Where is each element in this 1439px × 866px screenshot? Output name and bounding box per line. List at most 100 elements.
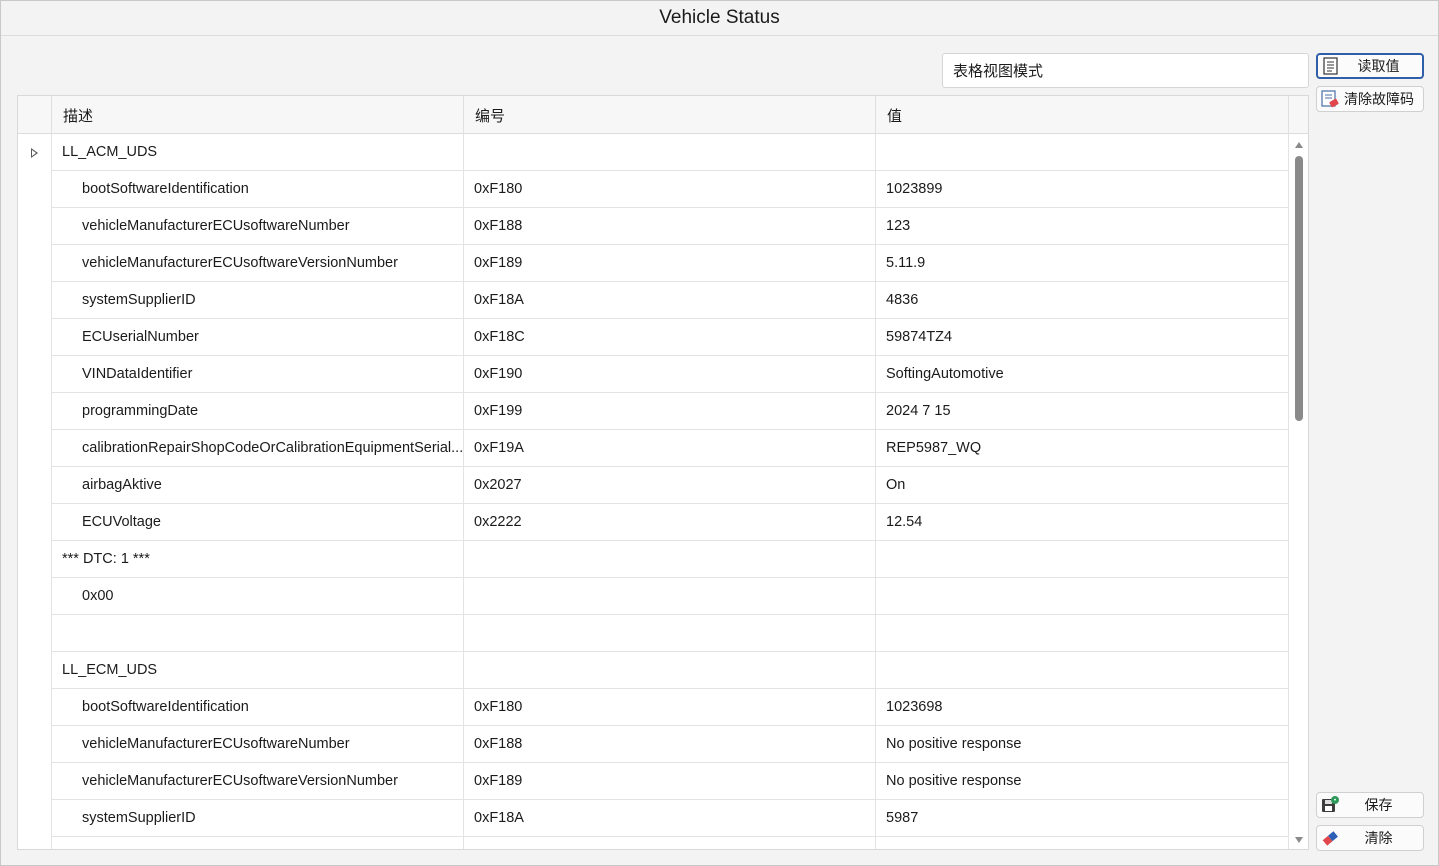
value-cell[interactable]: 5.11.9 — [876, 245, 1289, 282]
table-row[interactable]: ECUVoltage 0x2222 12.54 — [18, 504, 1289, 541]
row-expander-cell — [18, 689, 52, 726]
value-cell[interactable]: On — [876, 467, 1289, 504]
id-cell[interactable]: 0xF189 — [464, 245, 876, 282]
vehicle-status-window: Vehicle Status 表格视图模式 读取值 清除故障码 • 保存 清除 … — [0, 0, 1439, 866]
id-cell[interactable]: 0xF190 — [464, 356, 876, 393]
value-cell[interactable]: 1023698 — [876, 689, 1289, 726]
description-cell[interactable]: vehicleManufacturerECUsoftwareNumber — [52, 726, 464, 763]
table-row[interactable]: LL_ACM_UDS — [18, 134, 1289, 171]
description-cell[interactable]: vehicleManufacturerECUsoftwareVersionNum… — [52, 763, 464, 800]
table-row[interactable]: systemSupplierID 0xF18A 4836 — [18, 282, 1289, 319]
value-cell[interactable] — [876, 615, 1289, 652]
table-row[interactable]: vehicleManufacturerECUsoftwareNumber 0xF1… — [18, 208, 1289, 245]
description-cell[interactable]: systemSupplierID — [52, 800, 464, 837]
scroll-up-arrow-icon[interactable] — [1295, 142, 1303, 148]
id-cell[interactable] — [464, 134, 876, 171]
id-cell[interactable]: 0x2222 — [464, 504, 876, 541]
value-cell[interactable] — [876, 134, 1289, 171]
value-cell[interactable]: 2024 7 15 — [876, 393, 1289, 430]
read-values-button[interactable]: 读取值 — [1316, 53, 1424, 79]
table-row[interactable]: VINDataIdentifier 0xF190 SoftingAutomotive — [18, 356, 1289, 393]
row-expander-cell[interactable] — [18, 134, 52, 171]
table-row[interactable]: vehicleManufacturerECUsoftwareNumber 0xF1… — [18, 726, 1289, 763]
value-cell[interactable]: 5987 — [876, 800, 1289, 837]
clear-button[interactable]: 清除 — [1316, 825, 1424, 851]
description-cell[interactable] — [52, 615, 464, 652]
id-cell[interactable]: 0xF18C — [464, 319, 876, 356]
value-cell[interactable]: 1023899 — [876, 171, 1289, 208]
table-row[interactable]: 0x00 — [18, 578, 1289, 615]
clear-dtc-button[interactable]: 清除故障码 — [1316, 86, 1424, 112]
table-row[interactable] — [18, 837, 1289, 849]
id-cell[interactable]: 0xF199 — [464, 393, 876, 430]
value-cell[interactable] — [876, 578, 1289, 615]
description-cell[interactable]: calibrationRepairShopCodeOrCalibrationEq… — [52, 430, 464, 467]
description-cell[interactable]: bootSoftwareIdentification — [52, 689, 464, 726]
description-cell[interactable]: LL_ACM_UDS — [52, 134, 464, 171]
table-row[interactable]: bootSoftwareIdentification 0xF180 1023698 — [18, 689, 1289, 726]
expand-triangle-icon[interactable] — [31, 147, 38, 158]
view-mode-box[interactable]: 表格视图模式 — [942, 53, 1309, 88]
description-cell[interactable]: VINDataIdentifier — [52, 356, 464, 393]
description-cell[interactable] — [52, 837, 464, 849]
scroll-thumb[interactable] — [1295, 156, 1303, 421]
header-id[interactable]: 编号 — [464, 96, 876, 134]
id-cell[interactable]: 0xF188 — [464, 208, 876, 245]
description-cell[interactable]: ECUserialNumber — [52, 319, 464, 356]
id-cell[interactable]: 0xF188 — [464, 726, 876, 763]
id-cell[interactable]: 0xF189 — [464, 763, 876, 800]
row-expander-cell — [18, 171, 52, 208]
description-cell[interactable]: vehicleManufacturerECUsoftwareNumber — [52, 208, 464, 245]
value-cell[interactable]: 123 — [876, 208, 1289, 245]
table-row[interactable]: LL_ECM_UDS — [18, 652, 1289, 689]
table-row[interactable] — [18, 615, 1289, 652]
table-row[interactable]: systemSupplierID 0xF18A 5987 — [18, 800, 1289, 837]
value-cell[interactable]: 59874TZ4 — [876, 319, 1289, 356]
value-cell[interactable]: SoftingAutomotive — [876, 356, 1289, 393]
value-cell[interactable]: No positive response — [876, 726, 1289, 763]
description-cell[interactable]: *** DTC: 1 *** — [52, 541, 464, 578]
row-expander-cell — [18, 319, 52, 356]
value-cell[interactable] — [876, 541, 1289, 578]
id-cell[interactable] — [464, 837, 876, 849]
table-row[interactable]: *** DTC: 1 *** — [18, 541, 1289, 578]
table-row[interactable]: programmingDate 0xF199 2024 7 15 — [18, 393, 1289, 430]
id-cell[interactable] — [464, 541, 876, 578]
id-cell[interactable] — [464, 615, 876, 652]
header-description[interactable]: 描述 — [52, 96, 464, 134]
header-value[interactable]: 值 — [876, 96, 1289, 134]
table-row[interactable]: bootSoftwareIdentification 0xF180 1023899 — [18, 171, 1289, 208]
id-cell[interactable]: 0xF18A — [464, 282, 876, 319]
row-expander-cell — [18, 541, 52, 578]
description-cell[interactable]: airbagAktive — [52, 467, 464, 504]
id-cell[interactable] — [464, 578, 876, 615]
id-cell[interactable]: 0xF180 — [464, 689, 876, 726]
description-cell[interactable]: programmingDate — [52, 393, 464, 430]
value-cell[interactable] — [876, 837, 1289, 849]
value-cell[interactable]: 4836 — [876, 282, 1289, 319]
description-cell[interactable]: systemSupplierID — [52, 282, 464, 319]
value-cell[interactable] — [876, 652, 1289, 689]
id-cell[interactable]: 0x2027 — [464, 467, 876, 504]
description-cell[interactable]: ECUVoltage — [52, 504, 464, 541]
id-cell[interactable]: 0xF180 — [464, 171, 876, 208]
save-button[interactable]: • 保存 — [1316, 792, 1424, 818]
scroll-down-arrow-icon[interactable] — [1295, 837, 1303, 843]
row-expander-cell — [18, 615, 52, 652]
table-row[interactable]: airbagAktive 0x2027 On — [18, 467, 1289, 504]
value-cell[interactable]: 12.54 — [876, 504, 1289, 541]
description-cell[interactable]: vehicleManufacturerECUsoftwareVersionNum… — [52, 245, 464, 282]
id-cell[interactable]: 0xF18A — [464, 800, 876, 837]
description-cell[interactable]: bootSoftwareIdentification — [52, 171, 464, 208]
table-row[interactable]: calibrationRepairShopCodeOrCalibrationEq… — [18, 430, 1289, 467]
table-row[interactable]: vehicleManufacturerECUsoftwareVersionNum… — [18, 763, 1289, 800]
table-row[interactable]: ECUserialNumber 0xF18C 59874TZ4 — [18, 319, 1289, 356]
value-cell[interactable]: REP5987_WQ — [876, 430, 1289, 467]
description-cell[interactable]: 0x00 — [52, 578, 464, 615]
table-row[interactable]: vehicleManufacturerECUsoftwareVersionNum… — [18, 245, 1289, 282]
vertical-scrollbar[interactable] — [1291, 136, 1308, 849]
value-cell[interactable]: No positive response — [876, 763, 1289, 800]
description-cell[interactable]: LL_ECM_UDS — [52, 652, 464, 689]
id-cell[interactable]: 0xF19A — [464, 430, 876, 467]
id-cell[interactable] — [464, 652, 876, 689]
